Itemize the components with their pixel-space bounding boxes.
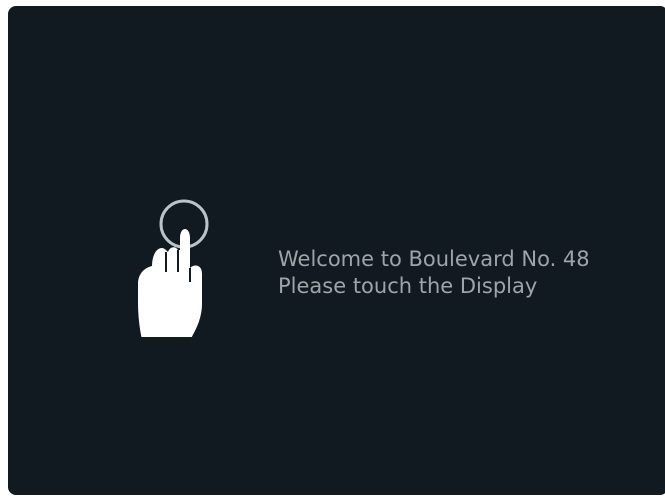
welcome-line: Welcome to Boulevard No. 48 <box>278 247 590 271</box>
instruction-line: Please touch the Display <box>278 274 538 298</box>
welcome-message: Welcome to Boulevard No. 48 Please touch… <box>278 246 590 300</box>
touch-hand-icon <box>138 199 209 337</box>
kiosk-screen[interactable]: Welcome to Boulevard No. 48 Please touch… <box>8 6 665 495</box>
